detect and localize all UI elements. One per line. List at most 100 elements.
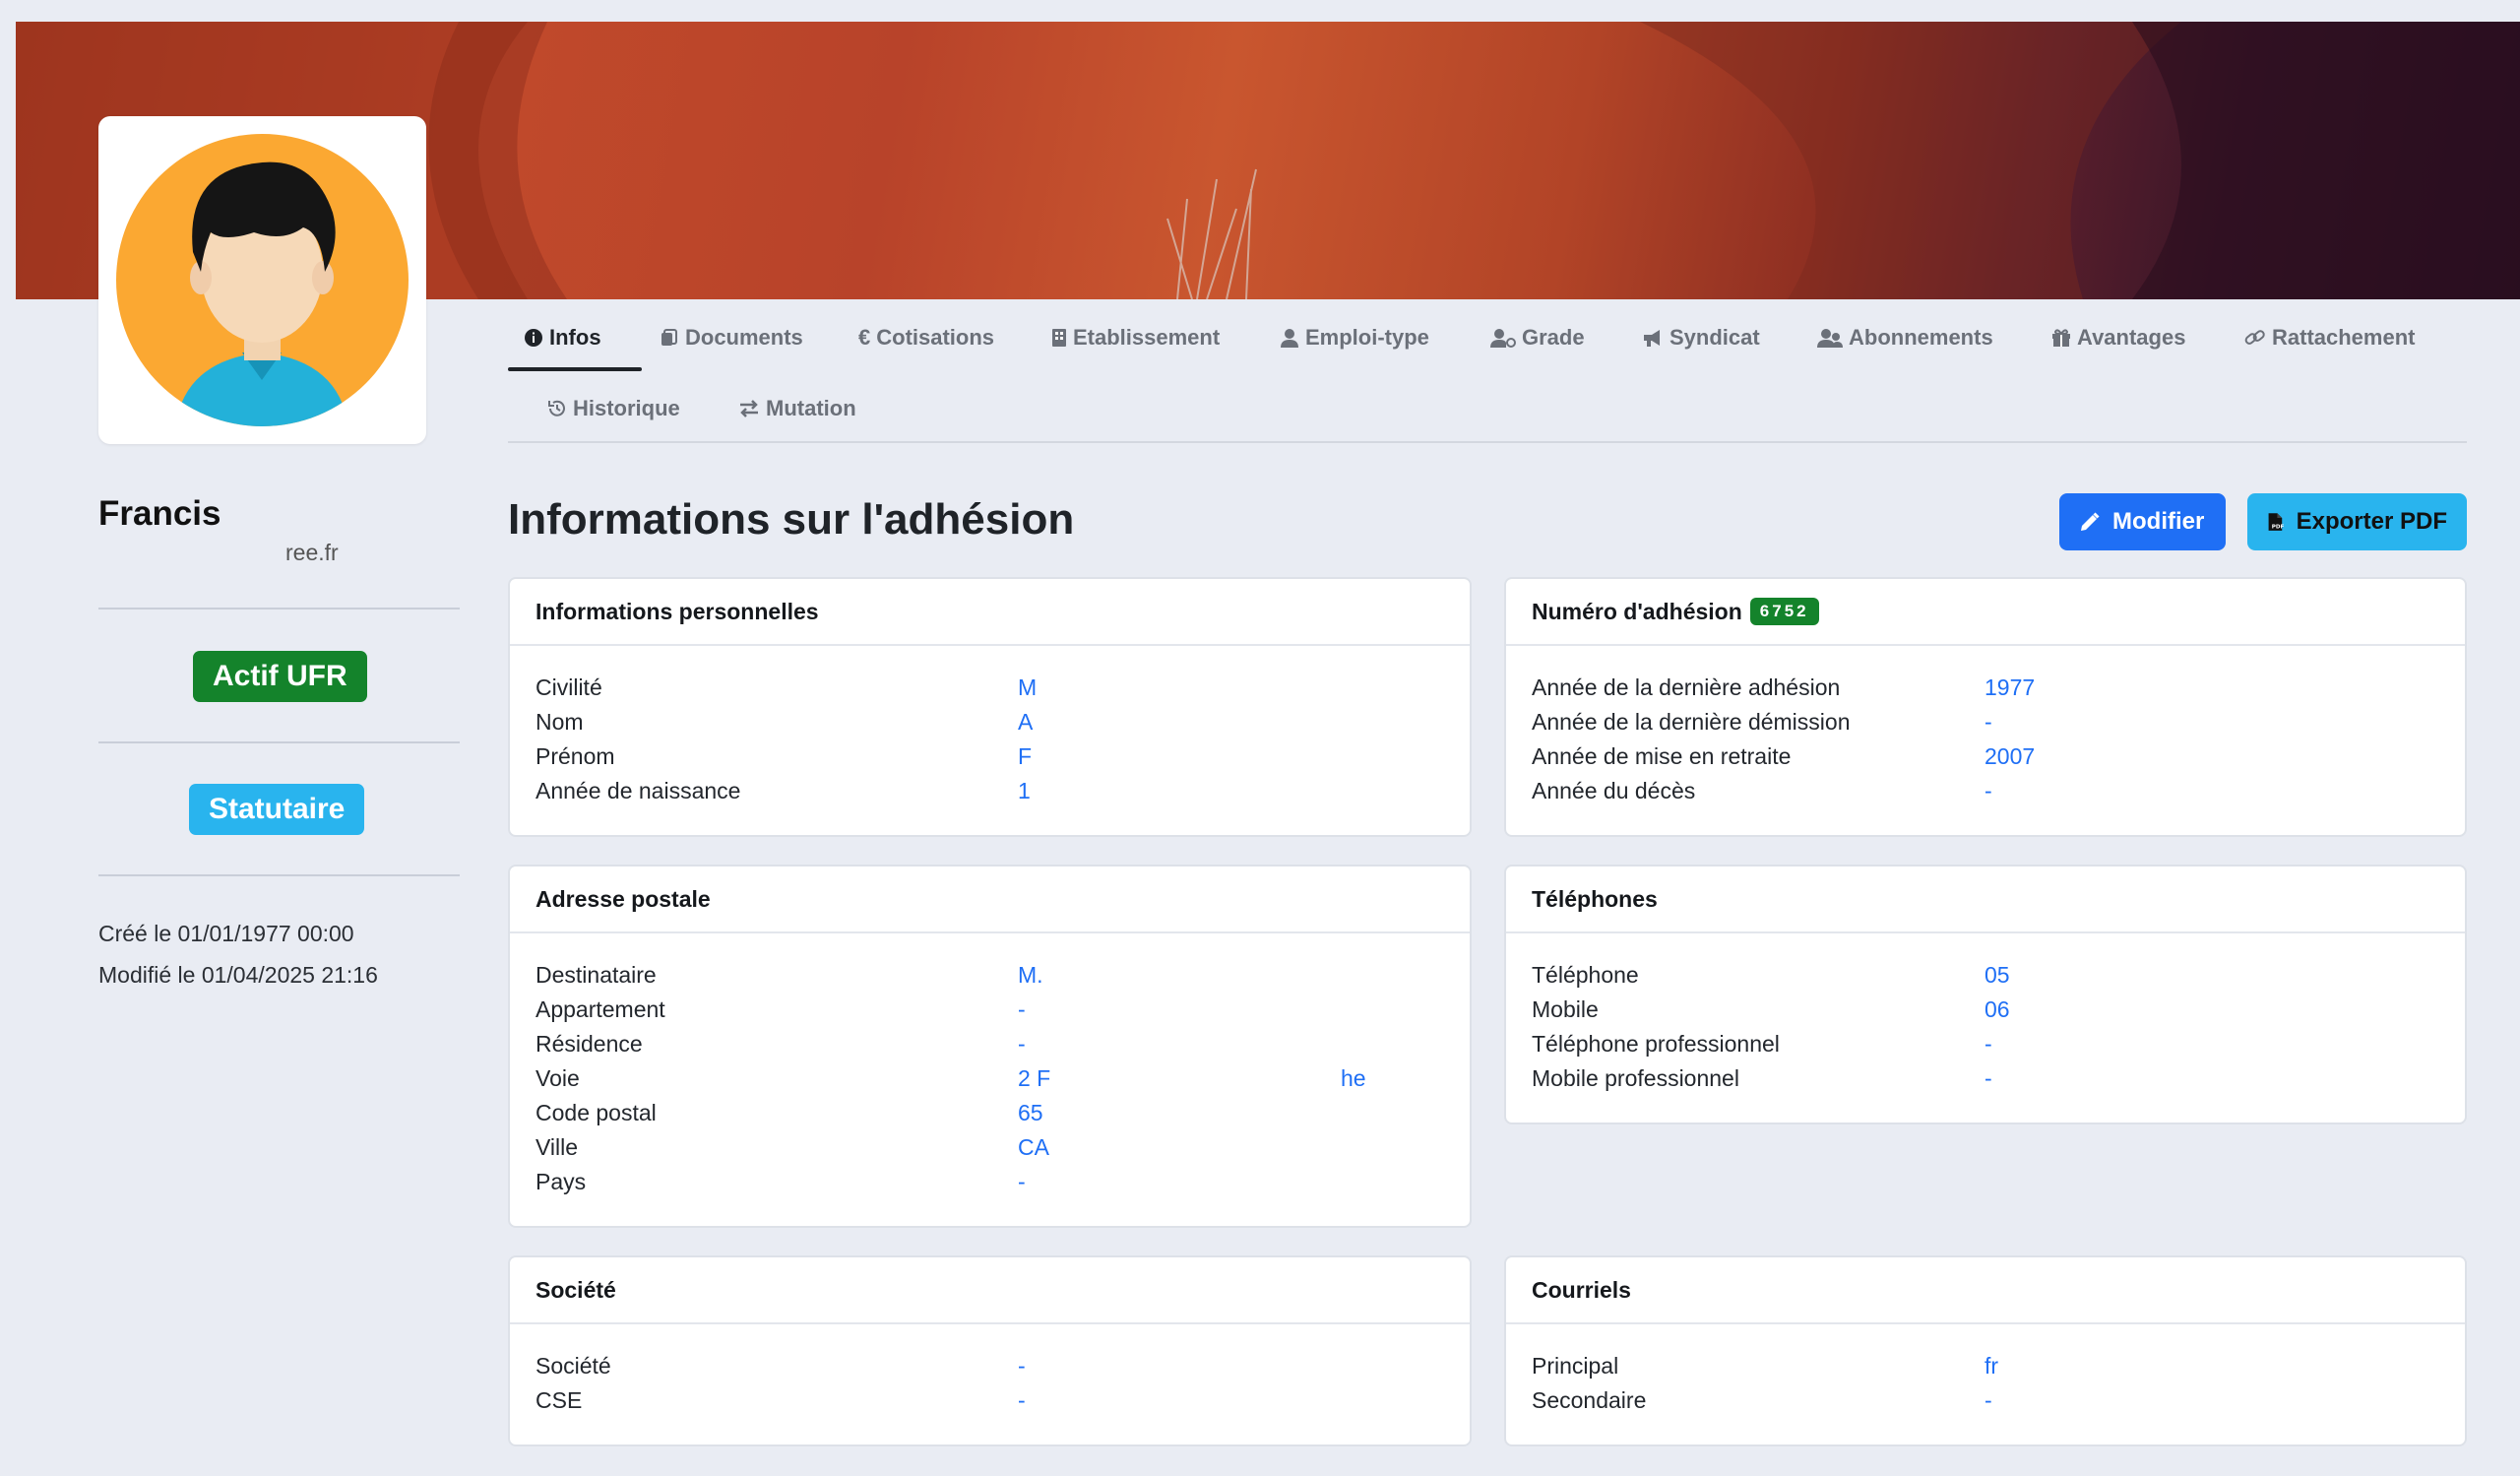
field-value[interactable]: - bbox=[1018, 996, 1026, 1023]
field-value[interactable]: 2007 bbox=[1984, 743, 2035, 770]
field-label: Année de la dernière adhésion bbox=[1532, 674, 1841, 700]
field-value[interactable]: - bbox=[1018, 1169, 1026, 1195]
info-row: Année de la dernière adhésion 1977 bbox=[1532, 672, 2439, 706]
field-label: Secondaire bbox=[1532, 1387, 1647, 1413]
field-value[interactable]: fr bbox=[1984, 1353, 1998, 1380]
export-pdf-button[interactable]: PDF Exporter PDF bbox=[2247, 493, 2467, 550]
card-company: Société Société - CSE - bbox=[508, 1255, 1472, 1446]
info-icon bbox=[525, 329, 542, 347]
tab-rattachement[interactable]: Rattachement bbox=[2244, 313, 2415, 362]
info-row: Principal fr bbox=[1532, 1350, 2439, 1384]
field-label: Société bbox=[536, 1353, 611, 1379]
profile-email: ree.fr bbox=[285, 540, 339, 565]
card-title: Courriels bbox=[1506, 1257, 2465, 1324]
users-icon bbox=[1817, 329, 1843, 348]
tab-label: Historique bbox=[573, 396, 680, 420]
tab-label: Grade bbox=[1522, 325, 1585, 350]
field-label: Prénom bbox=[536, 743, 615, 769]
divider bbox=[98, 741, 460, 743]
info-row: Société - bbox=[536, 1350, 1444, 1384]
info-row: Résidence - bbox=[536, 1028, 1444, 1062]
tab-infos[interactable]: Infos bbox=[524, 313, 601, 362]
tab-label: Cotisations bbox=[876, 325, 995, 350]
field-value[interactable]: 1 bbox=[1018, 778, 1031, 804]
field-value[interactable]: - bbox=[1018, 1387, 1026, 1414]
field-value[interactable]: F bbox=[1018, 743, 1032, 770]
export-label: Exporter PDF bbox=[2296, 508, 2447, 535]
field-label: Civilité bbox=[536, 674, 602, 700]
info-row: Destinataire M. bbox=[536, 959, 1444, 994]
field-label: Téléphone bbox=[1532, 962, 1639, 988]
tab-syndicat[interactable]: Syndicat bbox=[1642, 313, 1760, 362]
field-value[interactable]: A bbox=[1018, 709, 1033, 736]
tab-label: Syndicat bbox=[1670, 325, 1760, 350]
field-label: Résidence bbox=[536, 1031, 643, 1057]
tab-abonnements[interactable]: Abonnements bbox=[1817, 313, 1993, 362]
info-row: Mobile 06 bbox=[1532, 994, 2439, 1028]
field-value[interactable]: M bbox=[1018, 674, 1037, 701]
tab-etablissement[interactable]: Etablissement bbox=[1051, 313, 1220, 362]
modifier-button[interactable]: Modifier bbox=[2059, 493, 2226, 550]
tab-emploi-type[interactable]: Emploi-type bbox=[1280, 313, 1429, 362]
field-label: Année de la dernière démission bbox=[1532, 709, 1851, 735]
tab-label: Emploi-type bbox=[1305, 325, 1429, 350]
card-phones: Téléphones Téléphone 05 Mobile 06 Téléphon… bbox=[1504, 865, 2467, 1124]
field-value[interactable]: 05 bbox=[1984, 962, 2010, 989]
info-row: Nom A bbox=[536, 706, 1444, 740]
field-value[interactable]: 2 F bbox=[1018, 1065, 1050, 1092]
tab-bar: Infos Documents € Cotisations Etablissem… bbox=[508, 303, 2467, 443]
tab-avantages[interactable]: Avantages bbox=[2051, 313, 2185, 362]
field-value[interactable]: 1977 bbox=[1984, 674, 2035, 701]
tab-mutation[interactable]: Mutation bbox=[738, 384, 856, 433]
tab-label: Mutation bbox=[766, 396, 856, 420]
field-value[interactable]: - bbox=[1984, 1387, 1992, 1414]
tab-cotisations[interactable]: € Cotisations bbox=[858, 313, 994, 362]
field-label: Appartement bbox=[536, 996, 665, 1022]
tab-label: Documents bbox=[685, 325, 803, 350]
tab-historique[interactable]: Historique bbox=[547, 384, 680, 433]
tab-label: Rattachement bbox=[2272, 325, 2416, 350]
modified-date: Modifié le 01/04/2025 21:16 bbox=[98, 962, 378, 988]
tab-documents[interactable]: Documents bbox=[660, 313, 803, 362]
field-value[interactable]: M. bbox=[1018, 962, 1043, 989]
card-membership: Numéro d'adhésion 6752 Année de la derni… bbox=[1504, 577, 2467, 837]
field-value-extra[interactable]: he bbox=[1341, 1065, 1366, 1092]
info-row: Mobile professionnel - bbox=[1532, 1062, 2439, 1097]
field-label: Année de naissance bbox=[536, 778, 741, 803]
card-postal-address: Adresse postale Destinataire M. Apparteme… bbox=[508, 865, 1472, 1228]
user-icon bbox=[1281, 329, 1298, 348]
field-label: Code postal bbox=[536, 1100, 657, 1125]
info-row: Pays - bbox=[536, 1166, 1444, 1200]
card-title: Numéro d'adhésion bbox=[1532, 598, 1742, 624]
created-date: Créé le 01/01/1977 00:00 bbox=[98, 921, 354, 946]
field-label: Destinataire bbox=[536, 962, 657, 988]
field-value[interactable]: 65 bbox=[1018, 1100, 1043, 1126]
tab-label: Avantages bbox=[2077, 325, 2186, 350]
field-label: CSE bbox=[536, 1387, 583, 1413]
field-label: Nom bbox=[536, 709, 584, 735]
field-value[interactable]: - bbox=[1984, 778, 1992, 804]
divider bbox=[98, 608, 460, 610]
info-row: Voie 2 F he bbox=[536, 1062, 1444, 1097]
tab-label: Etablissement bbox=[1073, 325, 1221, 350]
field-value[interactable]: CA bbox=[1018, 1134, 1049, 1161]
user-grade-icon bbox=[1490, 329, 1516, 348]
svg-text:PDF: PDF bbox=[2272, 524, 2285, 530]
swap-icon bbox=[740, 400, 758, 417]
field-value[interactable]: - bbox=[1984, 1031, 1992, 1058]
tab-label: Abonnements bbox=[1849, 325, 1993, 350]
field-label: Ville bbox=[536, 1134, 579, 1160]
card-header: Numéro d'adhésion 6752 bbox=[1506, 579, 2465, 646]
megaphone-icon bbox=[1644, 330, 1660, 347]
pencil-icon bbox=[2081, 512, 2100, 531]
page-title: Informations sur l'adhésion bbox=[508, 495, 1075, 544]
field-value[interactable]: - bbox=[1018, 1353, 1026, 1380]
info-row: CSE - bbox=[536, 1384, 1444, 1419]
card-title: Informations personnelles bbox=[510, 579, 1470, 646]
field-value[interactable]: - bbox=[1984, 709, 1992, 736]
field-value[interactable]: 06 bbox=[1984, 996, 2010, 1023]
tab-grade[interactable]: Grade bbox=[1490, 313, 1585, 362]
tab-label: Infos bbox=[549, 325, 601, 350]
field-value[interactable]: - bbox=[1018, 1031, 1026, 1058]
field-value[interactable]: - bbox=[1984, 1065, 1992, 1092]
